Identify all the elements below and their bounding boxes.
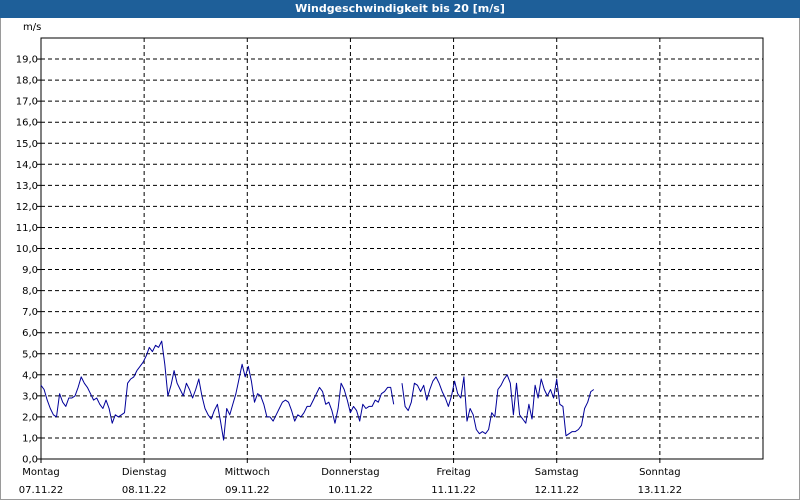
y-tick-label: 11,0	[16, 223, 38, 234]
label-layer: 0,0 1,0 2,0 3,0 4,0 5,0 6,0 7,0 8,0 9,0 10,0 11,0 12…	[16, 22, 682, 496]
y-tick-label: 4,0	[22, 370, 38, 381]
x-date-label: 07.11.22	[19, 485, 64, 496]
x-date-label: 08.11.22	[122, 485, 167, 496]
grid-layer	[41, 37, 763, 459]
y-tick-label: 8,0	[22, 286, 38, 297]
y-tick-label: 1,0	[22, 433, 38, 444]
y-tick-label: 18,0	[16, 76, 38, 87]
y-tick-label: 14,0	[16, 160, 38, 171]
x-date-label: 13.11.22	[638, 485, 683, 496]
y-tick-label: 9,0	[22, 265, 38, 276]
x-date-label: 11.11.22	[431, 485, 476, 496]
series-layer	[40, 340, 595, 441]
axis-layer	[37, 37, 764, 463]
unit-label: m/s	[23, 22, 41, 33]
x-day-label: Freitag	[436, 467, 470, 478]
wind-speed-line	[40, 340, 395, 441]
y-tick-label: 13,0	[16, 181, 38, 192]
x-day-label: Donnerstag	[321, 467, 379, 478]
x-date-label: 10.11.22	[328, 485, 373, 496]
y-tick-label: 15,0	[16, 139, 38, 150]
y-tick-label: 7,0	[22, 307, 38, 318]
y-tick-label: 0,0	[22, 455, 38, 466]
y-tick-label: 19,0	[16, 55, 38, 66]
y-tick-label: 2,0	[22, 412, 38, 423]
y-tick-label: 3,0	[22, 391, 38, 402]
chart-title: Windgeschwindigkeit bis 20 [m/s]	[295, 2, 505, 15]
y-tick-label: 5,0	[22, 349, 38, 360]
y-tick-label: 16,0	[16, 118, 38, 129]
wind-speed-chart: 0,0 1,0 2,0 3,0 4,0 5,0 6,0 7,0 8,0 9,0 10,0 11,0 12…	[16, 22, 764, 496]
x-day-label: Sonntag	[639, 467, 681, 478]
y-tick-label: 17,0	[16, 97, 38, 108]
y-tick-label: 12,0	[16, 202, 38, 213]
chart-title-bar: Windgeschwindigkeit bis 20 [m/s]	[0, 0, 800, 18]
x-date-label: 09.11.22	[225, 485, 270, 496]
chart-panel: 0,0 1,0 2,0 3,0 4,0 5,0 6,0 7,0 8,0 9,0 10,0 11,0 12…	[0, 18, 800, 500]
x-day-label: Mittwoch	[225, 467, 270, 478]
wind-speed-line	[401, 374, 595, 437]
x-day-label: Samstag	[535, 467, 579, 478]
x-day-label: Dienstag	[122, 467, 167, 478]
y-tick-label: 10,0	[16, 244, 38, 255]
y-tick-label: 6,0	[22, 328, 38, 339]
x-day-label: Montag	[22, 467, 59, 478]
x-date-label: 12.11.22	[534, 485, 579, 496]
